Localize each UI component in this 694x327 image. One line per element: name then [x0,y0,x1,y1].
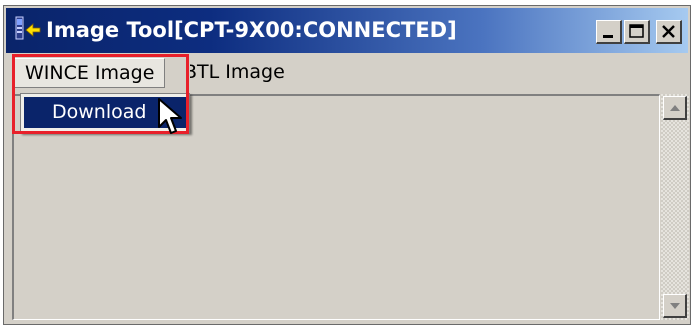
scroll-down-button[interactable] [663,294,687,318]
scroll-up-button[interactable] [663,96,687,120]
menu-btl-image[interactable]: BTL Image [190,58,291,86]
close-button[interactable] [656,20,682,44]
minimize-icon [603,35,613,38]
close-icon [662,25,675,38]
device-arrow-icon [14,16,42,44]
arrow-down-icon [670,303,680,309]
menu-wince-image[interactable]: WINCE Image [14,58,166,88]
maximize-button[interactable] [624,20,650,44]
title-bar[interactable]: Image Tool[CPT-9X00:CONNECTED] [6,8,688,53]
arrow-up-icon [670,105,680,111]
mouse-pointer-icon [157,97,183,137]
maximize-icon [629,24,644,38]
vertical-scrollbar[interactable] [661,94,689,320]
menu-bar: WINCE Image BTL Image [6,55,688,89]
image-tool-window: Image Tool[CPT-9X00:CONNECTED] WINCE Ima… [3,5,691,325]
window-title: Image Tool[CPT-9X00:CONNECTED] [46,18,457,42]
minimize-button[interactable] [596,20,622,44]
